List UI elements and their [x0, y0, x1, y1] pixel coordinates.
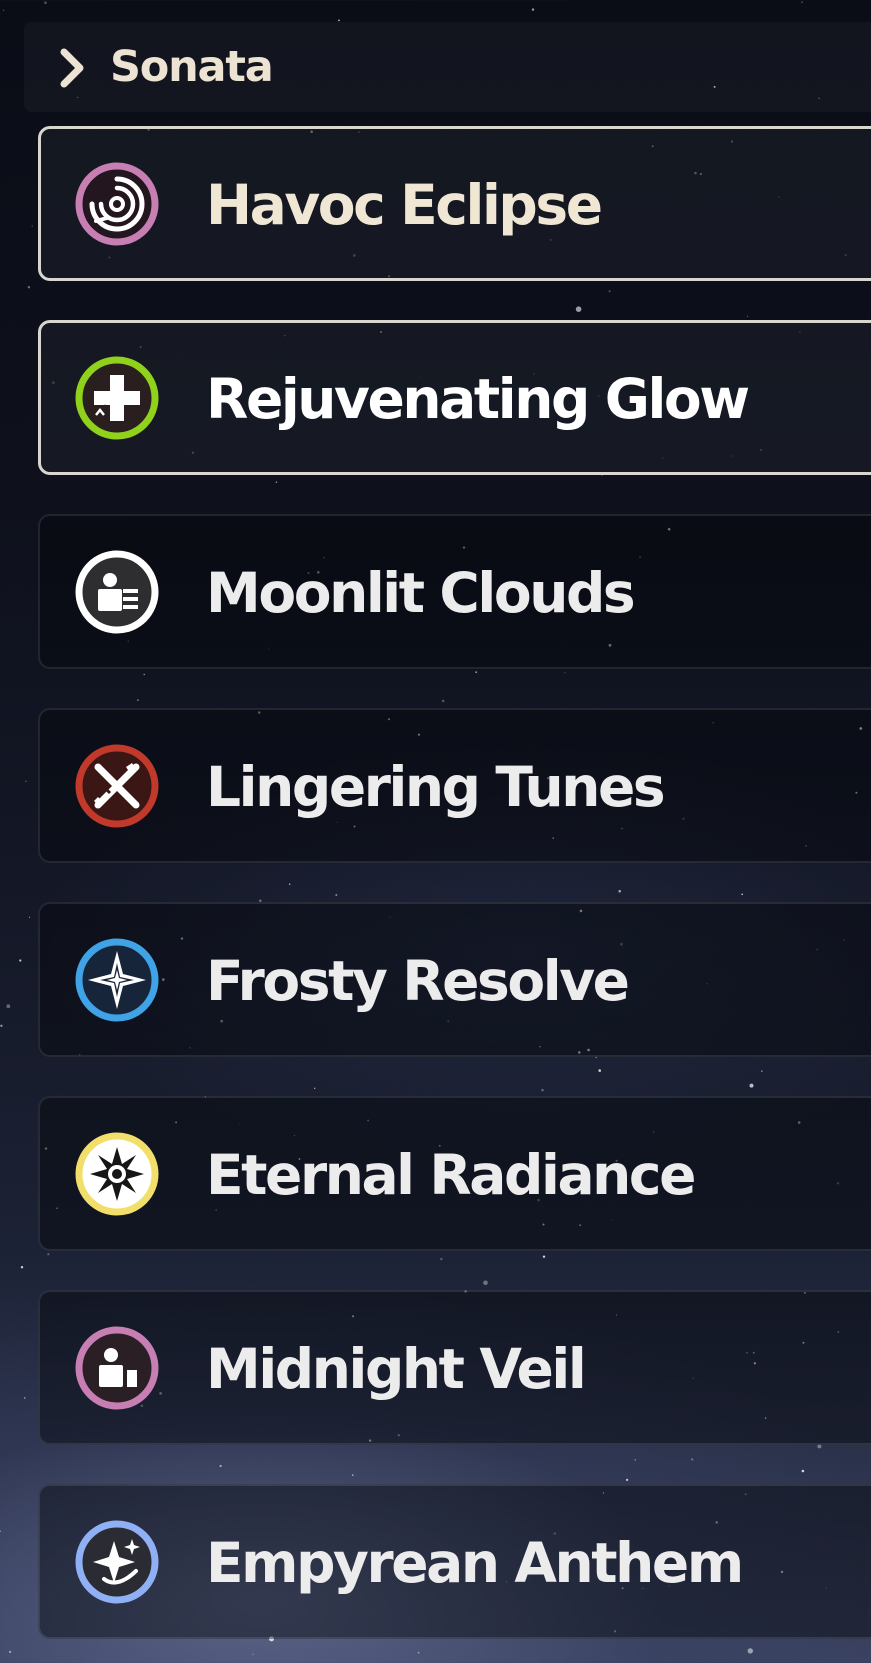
star	[531, 8, 535, 11]
sonata-item-label: Midnight Veil	[206, 1337, 587, 1401]
star	[25, 780, 27, 782]
crossed-swords-icon	[75, 744, 159, 828]
star	[6, 1004, 11, 1009]
sonata-section-header[interactable]: Sonata	[24, 22, 871, 112]
star	[3, 9, 5, 11]
sonata-item-label: Havoc Eclipse	[206, 173, 603, 237]
sonata-item-midnight-veil[interactable]: Midnight Veil	[38, 1290, 871, 1445]
empyrean-sparkle-icon	[75, 1520, 159, 1604]
star	[19, 959, 22, 962]
section-title: Sonata	[110, 42, 274, 92]
sonata-item-eternal-radiance[interactable]: Eternal Radiance	[38, 1096, 871, 1251]
sonata-item-label: Rejuvenating Glow	[206, 367, 750, 431]
sonata-item-moonlit-clouds[interactable]: Moonlit Clouds	[38, 514, 871, 669]
star	[0, 1530, 1, 1532]
sonata-item-label: Empyrean Anthem	[206, 1531, 744, 1595]
sonata-item-label: Lingering Tunes	[206, 755, 666, 819]
chevron-right-icon	[60, 48, 84, 88]
star	[31, 225, 33, 227]
star	[0, 1024, 3, 1028]
havoc-spiral-icon	[75, 162, 159, 246]
sonata-item-rejuvenating-glow[interactable]: Rejuvenating Glow	[38, 320, 871, 475]
glacio-star-icon	[75, 938, 159, 1022]
midnight-figure-icon	[75, 1326, 159, 1410]
spectro-sun-icon	[75, 1132, 159, 1216]
sonata-item-havoc-eclipse[interactable]: Havoc Eclipse	[38, 126, 871, 281]
star	[801, 1, 803, 4]
sonata-item-label: Frosty Resolve	[206, 949, 630, 1013]
star	[27, 286, 31, 289]
sonata-item-label: Moonlit Clouds	[206, 561, 636, 625]
star	[24, 1397, 26, 1399]
star	[9, 1650, 12, 1653]
sonata-item-lingering-tunes[interactable]: Lingering Tunes	[38, 708, 871, 863]
star	[20, 1266, 24, 1269]
sonata-item-label: Eternal Radiance	[206, 1143, 696, 1207]
star	[28, 916, 30, 918]
sonata-item-empyrean-anthem[interactable]: Empyrean Anthem	[38, 1484, 871, 1639]
healing-cross-icon	[75, 356, 159, 440]
sonata-item-frosty-resolve[interactable]: Frosty Resolve	[38, 902, 871, 1057]
star	[44, 1, 47, 4]
sonata-list: Havoc Eclipse Rejuvenating Glow Moonlit …	[38, 126, 871, 1663]
moonlit-id-card-icon	[75, 550, 159, 634]
